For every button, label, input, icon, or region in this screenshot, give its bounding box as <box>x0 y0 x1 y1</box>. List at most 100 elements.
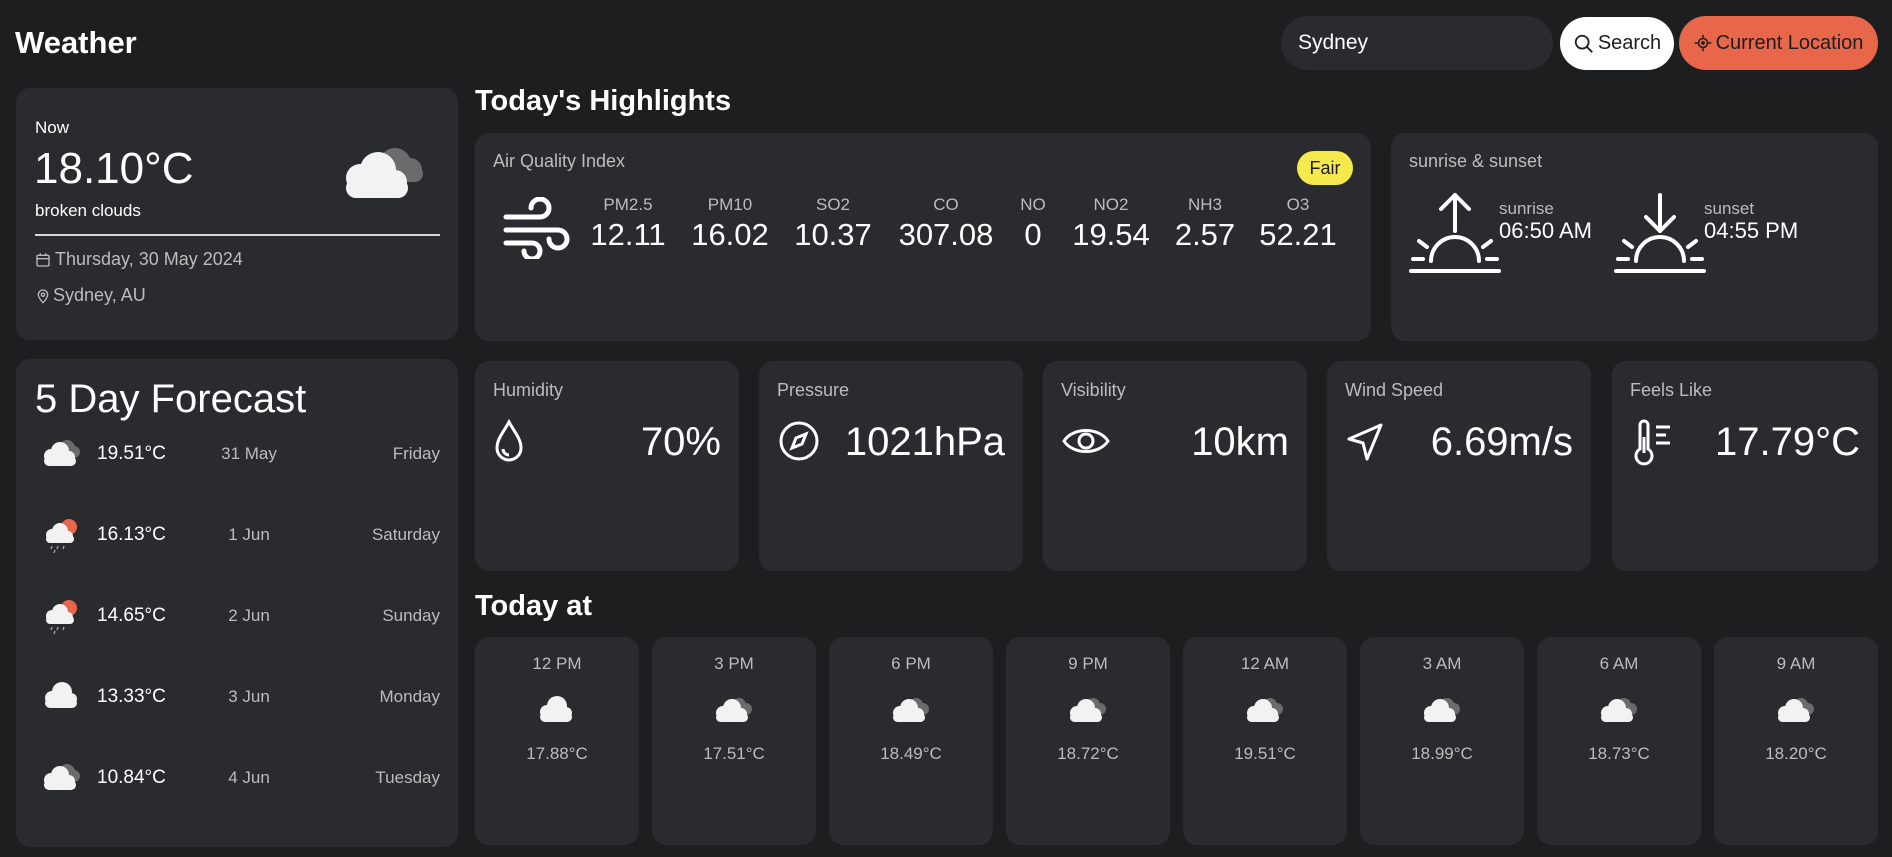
forecast-temp: 19.51°C <box>97 443 166 464</box>
forecast-date: 3 Jun <box>228 687 270 706</box>
crosshair-icon <box>1694 34 1711 52</box>
broken-clouds-icon <box>1243 692 1287 731</box>
wind-speed-card: Wind Speed 6.69m/s <box>1327 361 1591 571</box>
hourly-card: 3 PM 17.51°C <box>652 637 816 845</box>
current-location-button[interactable]: Current Location <box>1679 16 1878 70</box>
forecast-row: 16.13°C 1 Jun Saturday <box>16 515 458 555</box>
hour-time: 9 PM <box>1068 654 1108 673</box>
humidity-value: 70% <box>640 420 721 464</box>
current-weather-card: Now 18.10°C broken clouds Thursday, 30 M… <box>16 88 458 340</box>
wind-speed-label: Wind Speed <box>1345 380 1444 400</box>
hourly-card: 12 AM 19.51°C <box>1183 637 1347 845</box>
hourly-card: 9 AM 18.20°C <box>1714 637 1878 845</box>
broken-clouds-icon <box>1774 692 1818 731</box>
cloud-icon <box>535 692 579 731</box>
divider <box>35 234 440 236</box>
forecast-row: 13.33°C 3 Jun Monday <box>16 677 458 717</box>
forecast-temp: 14.65°C <box>97 605 166 626</box>
sunrise-sunset-card: sunrise & sunset sunrise 06:50 AM sunset <box>1391 133 1878 341</box>
hourly-card: 6 AM 18.73°C <box>1537 637 1701 845</box>
visibility-card: Visibility 10km <box>1043 361 1307 571</box>
sunrise-icon <box>1409 191 1501 280</box>
feels-like-card: Feels Like 17.79°C <box>1612 361 1878 571</box>
hour-temp: 17.88°C <box>526 744 588 763</box>
droplet-icon <box>493 418 525 468</box>
forecast-temp: 16.13°C <box>97 524 166 545</box>
aqi-item-so2: SO2 10.37 <box>783 195 883 253</box>
thermometer-icon <box>1630 419 1674 472</box>
weather-description: broken clouds <box>35 201 141 220</box>
humidity-label: Humidity <box>493 380 564 400</box>
broken-clouds-icon <box>39 434 85 475</box>
aqi-value: 16.02 <box>691 217 769 252</box>
search-button[interactable]: Search <box>1560 17 1674 70</box>
pressure-value: 1021hPa <box>844 420 1005 464</box>
aqi-key: PM10 <box>707 195 753 214</box>
aqi-key: O3 <box>1286 195 1310 214</box>
current-date-text: Thursday, 30 May 2024 <box>55 249 243 269</box>
forecast-weekday: Tuesday <box>375 768 440 787</box>
hour-temp: 18.73°C <box>1588 744 1650 763</box>
hour-temp: 19.51°C <box>1234 744 1296 763</box>
aqi-value: 10.37 <box>794 217 872 252</box>
aqi-value: 19.54 <box>1072 217 1150 252</box>
current-location-label: Current Location <box>1715 31 1864 54</box>
forecast-temp: 13.33°C <box>97 686 166 707</box>
app-title: Weather <box>15 25 137 60</box>
broken-clouds-icon <box>1597 692 1641 731</box>
sunset-icon <box>1614 191 1706 280</box>
forecast-weekday: Sunday <box>382 606 440 625</box>
aqi-value: 2.57 <box>1174 217 1236 252</box>
forecast-weekday: Monday <box>379 687 440 706</box>
search-icon <box>1574 34 1593 53</box>
forecast-date: 2 Jun <box>228 606 270 625</box>
hour-time: 12 AM <box>1240 654 1290 673</box>
air-quality-card: Air Quality Index Fair PM2.5 12.11 PM10 16… <box>475 133 1371 341</box>
hour-temp: 18.72°C <box>1057 744 1119 763</box>
calendar-icon <box>36 252 50 267</box>
broken-clouds-icon <box>1066 692 1110 731</box>
aqi-key: NO2 <box>1093 195 1129 214</box>
visibility-value: 10km <box>1191 420 1289 464</box>
hourly-card: 6 PM 18.49°C <box>829 637 993 845</box>
pressure-card: Pressure 1021hPa <box>759 361 1023 571</box>
rain-sun-icon <box>39 596 85 641</box>
forecast-row: 14.65°C 2 Jun Sunday <box>16 596 458 636</box>
navigation-icon <box>1345 419 1385 468</box>
hour-time: 3 PM <box>714 654 754 673</box>
wind-icon <box>502 196 570 264</box>
sunset-label: sunset <box>1704 199 1755 218</box>
forecast-date: 1 Jun <box>228 525 270 544</box>
now-label: Now <box>35 118 70 137</box>
sunset-time: 04:55 PM <box>1704 218 1799 243</box>
aqi-key: PM2.5 <box>603 195 653 214</box>
aqi-key: SO2 <box>815 195 851 214</box>
broken-clouds-icon <box>1420 692 1464 731</box>
wind-speed-value: 6.69m/s <box>1430 420 1573 464</box>
eye-icon <box>1061 419 1111 468</box>
broken-clouds-icon <box>39 758 85 799</box>
search-input[interactable] <box>1281 16 1553 70</box>
forecast-temp: 10.84°C <box>97 767 166 788</box>
current-date: Thursday, 30 May 2024 <box>35 249 243 270</box>
hourly-card: 9 PM 18.72°C <box>1006 637 1170 845</box>
forecast-row: 19.51°C 31 May Friday <box>16 434 458 474</box>
forecast-card: 5 Day Forecast 19.51°C 31 May Friday 16.… <box>16 359 458 847</box>
current-temperature: 18.10°C <box>34 144 194 193</box>
aqi-value: 307.08 <box>898 217 994 252</box>
aqi-value: 12.11 <box>590 217 666 252</box>
hour-temp: 18.49°C <box>880 744 942 763</box>
highlights-title: Today's Highlights <box>475 85 732 117</box>
aqi-value: 52.21 <box>1259 217 1337 252</box>
aqi-label: Air Quality Index <box>493 151 626 171</box>
hourly-card: 3 AM 18.99°C <box>1360 637 1524 845</box>
aqi-status-badge: Fair <box>1297 151 1353 185</box>
sun-label: sunrise & sunset <box>1409 151 1543 171</box>
aqi-item-pm25: PM2.5 12.11 <box>578 195 678 253</box>
aqi-key: CO <box>933 195 959 214</box>
forecast-row: 10.84°C 4 Jun Tuesday <box>16 758 458 798</box>
hour-time: 6 AM <box>1599 654 1639 673</box>
feels-like-label: Feels Like <box>1630 380 1713 400</box>
hour-time: 6 PM <box>891 654 931 673</box>
aqi-item-no2: NO2 19.54 <box>1061 195 1161 253</box>
